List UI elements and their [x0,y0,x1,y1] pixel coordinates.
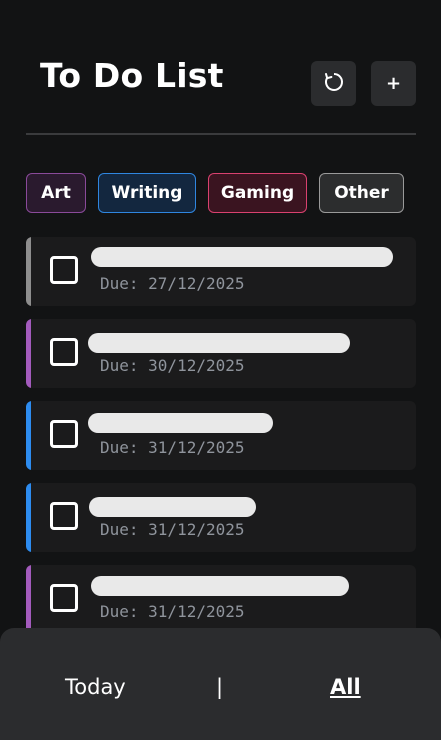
task-due-date: Due: 31/12/2025 [100,602,245,621]
nav-today-link[interactable]: Today [65,675,126,699]
task-checkbox[interactable] [50,256,78,284]
header-divider [26,133,416,135]
redacted-task-name [88,333,350,353]
app-window: To Do List + Art Writing Gaming Other Du… [0,0,441,740]
task-item[interactable]: Due: 31/12/2025 [26,565,416,634]
chip-label: Other [334,183,389,203]
refresh-icon [323,71,345,97]
category-chip-art[interactable]: Art [26,173,86,213]
redacted-task-name [88,413,273,433]
add-task-button[interactable]: + [371,61,416,106]
task-category-bar [26,319,31,388]
task-item[interactable]: Due: 30/12/2025 [26,319,416,388]
task-checkbox[interactable] [50,584,78,612]
task-due-date: Due: 30/12/2025 [100,356,245,375]
task-checkbox[interactable] [50,338,78,366]
page-title: To Do List [40,56,224,95]
nav-separator: | [216,675,224,699]
task-item[interactable]: Due: 27/12/2025 [26,237,416,306]
chip-label: Writing [111,183,183,203]
redacted-task-name [91,247,393,267]
task-item[interactable]: Due: 31/12/2025 [26,483,416,552]
refresh-button[interactable] [311,61,356,106]
bottom-nav: Today | All [0,628,441,740]
task-due-date: Due: 31/12/2025 [100,520,245,539]
chip-label: Art [41,183,71,203]
plus-icon: + [385,72,402,94]
task-category-bar [26,401,31,470]
task-checkbox[interactable] [50,420,78,448]
category-chip-gaming[interactable]: Gaming [208,173,307,213]
task-category-bar [26,237,31,306]
redacted-task-name [91,576,349,596]
task-checkbox[interactable] [50,502,78,530]
nav-all-link[interactable]: All [330,675,361,699]
redacted-task-name [89,497,256,517]
category-chip-other[interactable]: Other [319,173,404,213]
task-due-date: Due: 27/12/2025 [100,274,245,293]
task-due-date: Due: 31/12/2025 [100,438,245,457]
task-category-bar [26,483,31,552]
category-chip-writing[interactable]: Writing [98,173,196,213]
task-category-bar [26,565,31,634]
chip-label: Gaming [220,183,295,203]
task-item[interactable]: Due: 31/12/2025 [26,401,416,470]
